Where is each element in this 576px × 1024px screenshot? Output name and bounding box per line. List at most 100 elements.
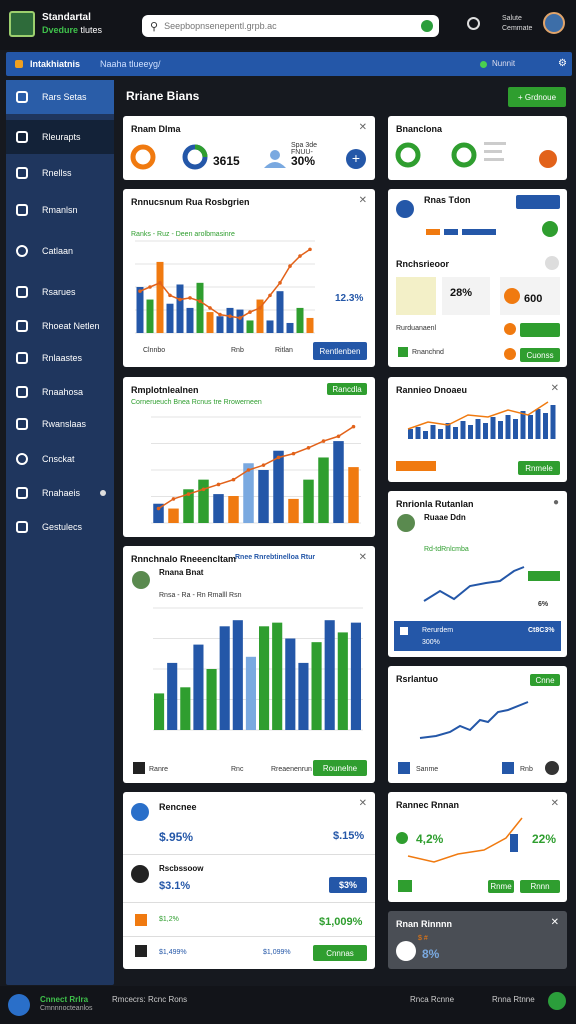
chart-bar <box>460 421 466 439</box>
profile-row-2: Rnanchnd <box>412 349 444 356</box>
sidebar-item-7[interactable]: Rhoeat Netlen <box>6 309 114 343</box>
chart-bar <box>272 622 283 730</box>
search-input[interactable] <box>164 21 405 31</box>
sidebar-item-2[interactable]: Rleurapts <box>6 120 114 154</box>
chart-bar <box>483 423 488 439</box>
chart-bar <box>216 316 224 333</box>
chart-bar <box>206 669 217 730</box>
footer-status-icon[interactable] <box>548 992 566 1010</box>
sidebar-item-label: Rnlaastes <box>42 353 83 363</box>
footer-app-icon[interactable] <box>8 994 30 1016</box>
help-icon[interactable] <box>467 17 480 30</box>
search-go-button[interactable] <box>421 20 433 32</box>
sidebar-item-6[interactable]: Rsarues <box>6 275 114 309</box>
list-button[interactable]: Cnnnas <box>313 945 367 961</box>
chart-bar <box>198 479 209 523</box>
chart-point <box>261 463 266 467</box>
key-icon <box>16 487 28 499</box>
chart-bar <box>276 291 284 333</box>
sidebar-item-8[interactable]: Rnlaastes <box>6 341 114 375</box>
list-row-2-value-b[interactable]: $3% <box>329 877 367 893</box>
card-title: Rnas Tdon <box>424 195 471 205</box>
chart-bar <box>333 441 344 523</box>
sidebar-item-label: Rnahaeis <box>42 488 81 498</box>
user-name: Salute Cemmate <box>502 15 533 32</box>
chart-point <box>168 293 172 298</box>
chart-4-button[interactable]: Rounelne <box>313 760 367 776</box>
sidebar-item-9[interactable]: Rnaahosa <box>6 375 114 409</box>
profile-button[interactable]: Cuonss <box>520 348 560 362</box>
stats-graphics: + <box>130 144 366 170</box>
chart-1-action-button[interactable]: Rentlenben <box>313 342 367 360</box>
sidebar-item-10[interactable]: Rwanslaas <box>6 407 114 441</box>
sidebar-item-11[interactable]: Cnsckat <box>6 442 114 476</box>
chart-bar <box>348 467 359 523</box>
mini-3-button-2[interactable]: Rnnn <box>520 880 560 893</box>
list-row-4-value-c: $1,009% <box>319 916 363 928</box>
breadcrumb-item-first[interactable]: Intakhiatnis <box>30 59 80 69</box>
mini-card-1: Rnrionla Rutanlan ● Ruaae Ddn Rd-tdRnlcm… <box>388 491 567 657</box>
sidebar-item-label: Catlaan <box>42 246 74 256</box>
stats-card: Rnam Dlma ✕ + 3615 30% Spa 3de FNUU- <box>123 116 375 180</box>
settings-icon[interactable]: ⚙ <box>558 58 567 69</box>
sidebar-item-12[interactable]: Rnahaeis <box>6 476 114 510</box>
chart-bar <box>176 284 184 333</box>
app-logo <box>9 11 35 37</box>
mini-3-value-2: 22% <box>532 832 557 846</box>
chart-bar <box>228 496 239 523</box>
list-row-3-value: $1,2% <box>159 916 179 923</box>
chart-line <box>139 248 311 319</box>
list-row-2-value: $3.1% <box>159 880 191 892</box>
chart-2-svg <box>151 416 361 524</box>
sidebar-item-4[interactable]: Rmanlsn <box>6 193 114 227</box>
mini-bar-value: Ct8C3% <box>528 627 555 634</box>
chart-point <box>288 264 292 268</box>
folder-icon <box>16 204 28 216</box>
chart-bar <box>324 620 335 730</box>
list-card: Rencnee ✕ $.95% $.15% Rscbssoow $3.1% $3… <box>123 792 375 969</box>
footer-link-2[interactable]: Rnna Rtnne <box>492 995 535 1004</box>
breadcrumb: Intakhiatnis Naaha tlueeyg/ Nunnit ⚙ <box>6 52 572 76</box>
chart-point <box>218 312 222 317</box>
chart-card-2: Rmplotnlealnen Cornerueuch Bnea Rcnus tr… <box>123 377 375 537</box>
sidebar-item-label: Rmanlsn <box>42 205 78 215</box>
sidebar-item-5[interactable]: Catlaan <box>6 234 114 268</box>
chart-bar <box>193 644 204 730</box>
breadcrumb-item-second[interactable]: Naaha tlueeyg/ <box>100 59 161 69</box>
chart-bar <box>296 307 304 333</box>
chart-bar <box>337 632 348 730</box>
chart-bar <box>550 405 556 439</box>
sidebar-item-label: Rars Setas <box>42 92 87 102</box>
mini-3-value-1: 4,2% <box>416 832 444 846</box>
chart-bar <box>535 409 541 439</box>
app-title: Standartal <box>42 12 91 23</box>
list-row-2-title: Rscbssoow <box>159 864 204 873</box>
chart-3-button[interactable]: Rnmele <box>518 461 560 475</box>
sidebar-item-13[interactable]: Gestulecs <box>6 510 114 544</box>
footer-link-1[interactable]: Rnca Rcnne <box>410 995 454 1004</box>
chart-bar <box>154 693 165 730</box>
mini-3-button-1[interactable]: Rnme <box>488 880 514 893</box>
chart-bar <box>408 429 413 439</box>
sidebar-item-1[interactable]: Rars Setas <box>6 80 114 114</box>
add-button[interactable]: + Grdnoue <box>508 87 566 107</box>
sidebar-item-label: Rwanslaas <box>42 419 87 429</box>
stat-value-2: 30% <box>291 154 316 168</box>
profile-row-1: Rurduanaenl <box>396 325 437 332</box>
sidebar-item-3[interactable]: Rnellss <box>6 156 114 190</box>
search-bar[interactable]: ⚲ <box>142 15 439 37</box>
chart-bar <box>298 662 309 730</box>
chart-point <box>351 424 356 429</box>
chart-bar <box>167 662 178 730</box>
search-icon: ⚲ <box>150 20 159 33</box>
close-icon[interactable]: ✕ <box>359 798 367 809</box>
user-avatar[interactable] <box>543 12 565 34</box>
user-body-icon <box>264 162 286 168</box>
chart-4-avatar <box>132 571 150 589</box>
list-row-1-value-b: $.15% <box>333 830 365 842</box>
chart-bar <box>259 626 270 730</box>
chart-bar <box>232 620 243 730</box>
chart-bar <box>196 282 204 333</box>
chart-point <box>208 306 212 310</box>
chart-point <box>216 482 221 487</box>
